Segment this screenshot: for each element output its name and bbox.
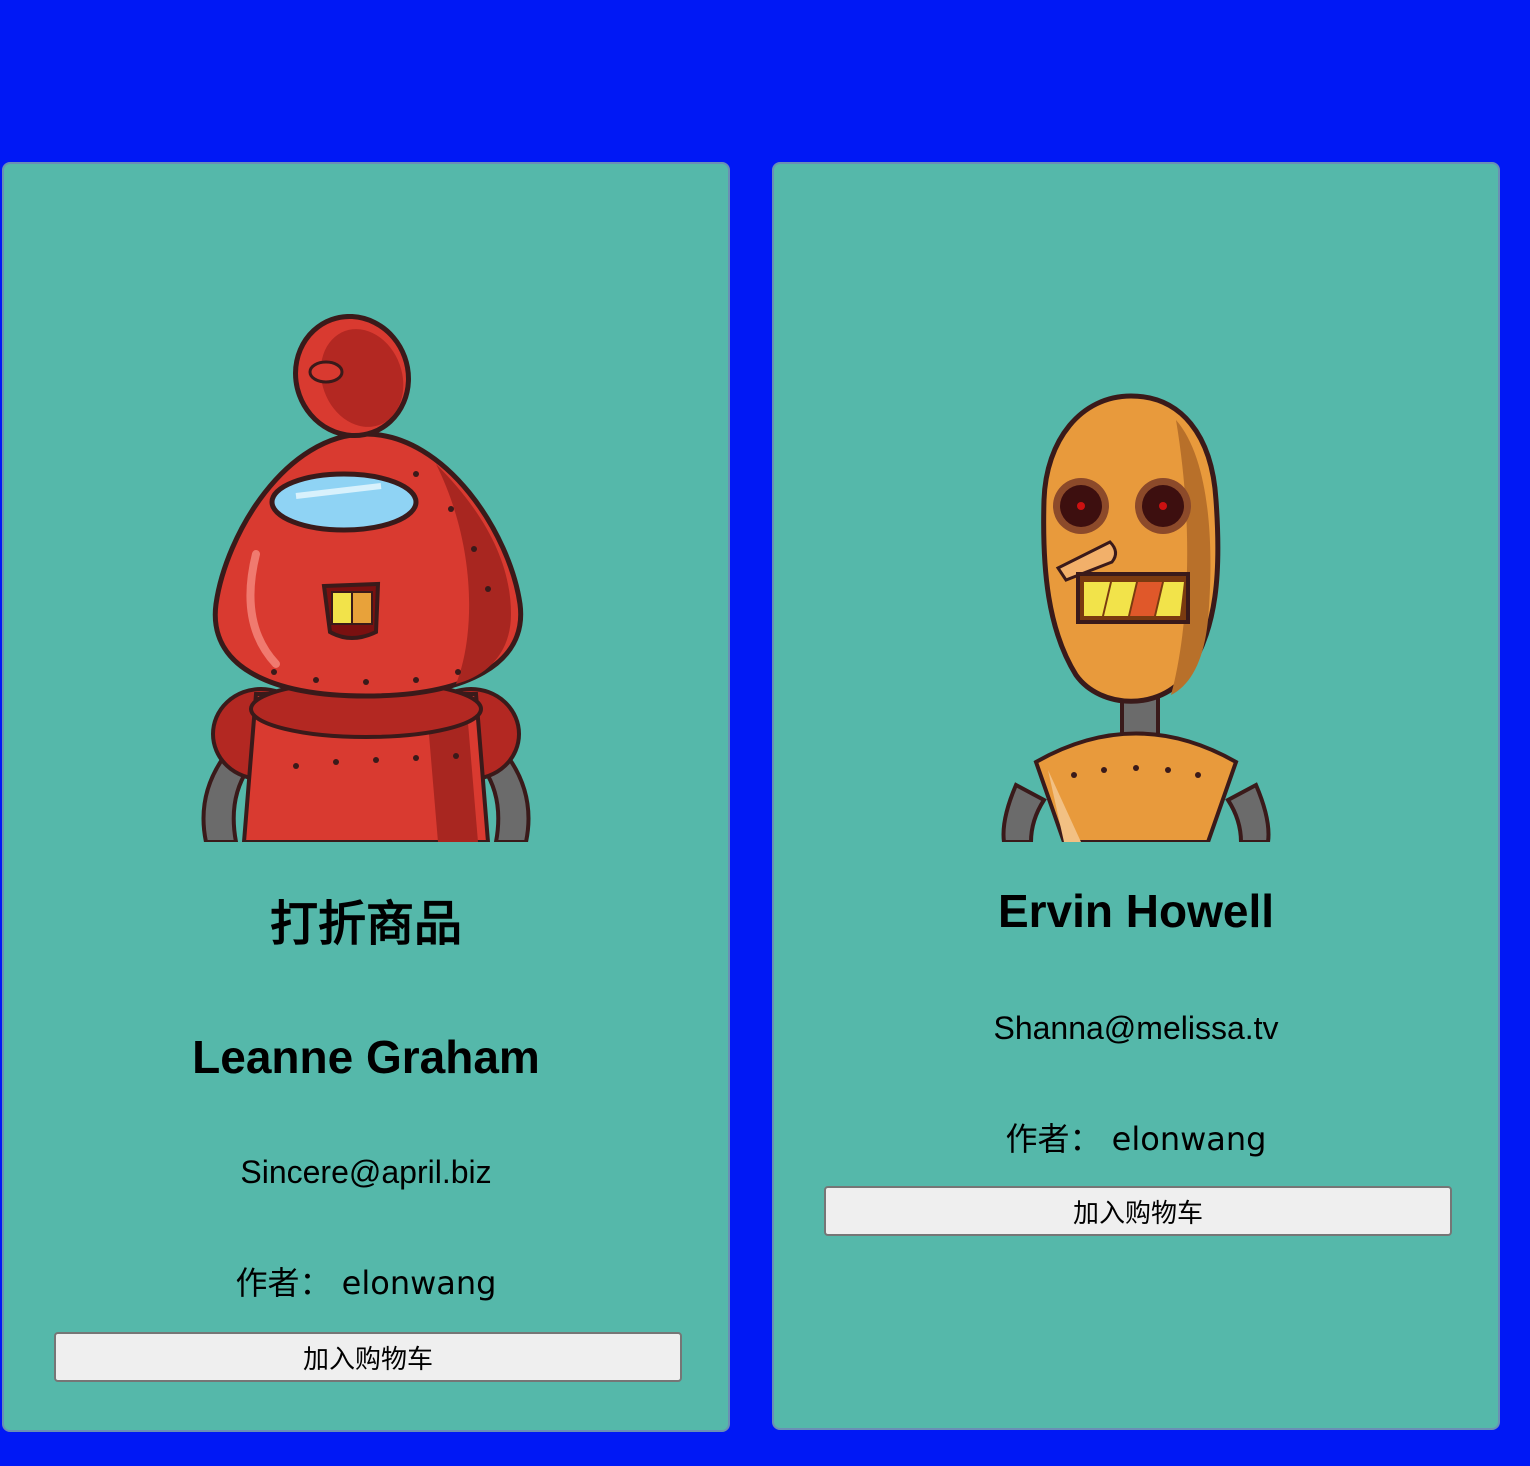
orange-robot-icon xyxy=(1001,393,1271,842)
red-robot-icon xyxy=(201,314,531,842)
discount-label: 打折商品 xyxy=(269,896,462,952)
product-email: Shanna@melissa.tv xyxy=(993,1010,1279,1046)
product-author: 作者： elonwang xyxy=(235,1264,497,1302)
product-author: 作者： elonwang xyxy=(1005,1120,1267,1158)
product-image xyxy=(774,390,1498,842)
product-card: Ervin Howell Shanna@melissa.tv 作者： elonw… xyxy=(772,162,1500,1430)
product-email: Sincere@april.biz xyxy=(240,1154,492,1190)
add-to-cart-button[interactable]: 加入购物车 xyxy=(824,1186,1452,1236)
product-card: 打折商品 Leanne Graham Sincere@april.biz 作者：… xyxy=(2,162,730,1432)
product-name: Ervin Howell xyxy=(997,885,1275,937)
product-image xyxy=(4,314,728,842)
product-name: Leanne Graham xyxy=(192,1031,540,1083)
add-to-cart-button[interactable]: 加入购物车 xyxy=(54,1332,682,1382)
